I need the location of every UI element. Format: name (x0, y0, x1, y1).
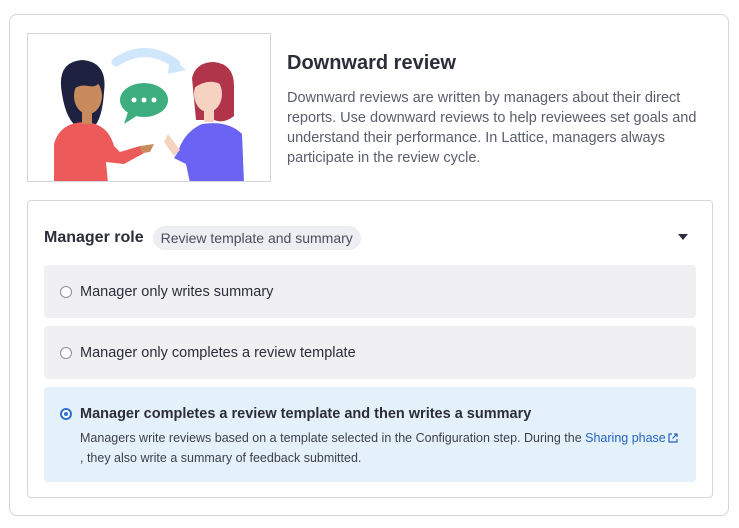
option-description-text: Managers write reviews based on a templa… (80, 431, 586, 445)
sharing-phase-link-label: Sharing phase (585, 431, 666, 445)
section-info: Downward review Downward reviews are wri… (287, 51, 717, 168)
option-manager-only-writes-summary[interactable]: Manager only writes summary (44, 265, 696, 318)
option-description-text-end: , they also write a summary of feedback … (80, 451, 362, 465)
review-illustration (27, 33, 271, 182)
left-person (54, 60, 154, 181)
downward-review-card: Downward review Downward reviews are wri… (9, 14, 729, 516)
manager-role-title: Manager role (44, 229, 144, 246)
chat-bubble-icon (120, 83, 168, 124)
option-description: Managers write reviews based on a templa… (80, 428, 680, 468)
manager-role-header[interactable]: Manager role Review template and summary (44, 225, 696, 251)
option-label: Manager completes a review template and … (80, 406, 532, 422)
section-title: Downward review (287, 52, 456, 74)
conversation-illustration (54, 48, 244, 181)
option-manager-only-completes-template[interactable]: Manager only completes a review template (44, 326, 696, 379)
option-label: Manager only completes a review template (80, 345, 356, 361)
radio-button-selected[interactable] (60, 408, 72, 420)
right-person (164, 62, 244, 181)
caret-down-icon[interactable] (678, 234, 688, 240)
sharing-phase-link[interactable]: Sharing phase (585, 431, 678, 445)
manager-role-badge: Review template and summary (152, 226, 361, 250)
radio-button[interactable] (60, 347, 72, 359)
section-description: Downward reviews are written by managers… (287, 90, 697, 166)
manager-role-panel: Manager role Review template and summary… (27, 200, 713, 498)
arrow-icon (111, 48, 181, 69)
option-label: Manager only writes summary (80, 284, 274, 300)
radio-button[interactable] (60, 286, 72, 298)
option-manager-completes-template-and-summary[interactable]: Manager completes a review template and … (44, 387, 696, 482)
external-link-icon (668, 433, 678, 443)
